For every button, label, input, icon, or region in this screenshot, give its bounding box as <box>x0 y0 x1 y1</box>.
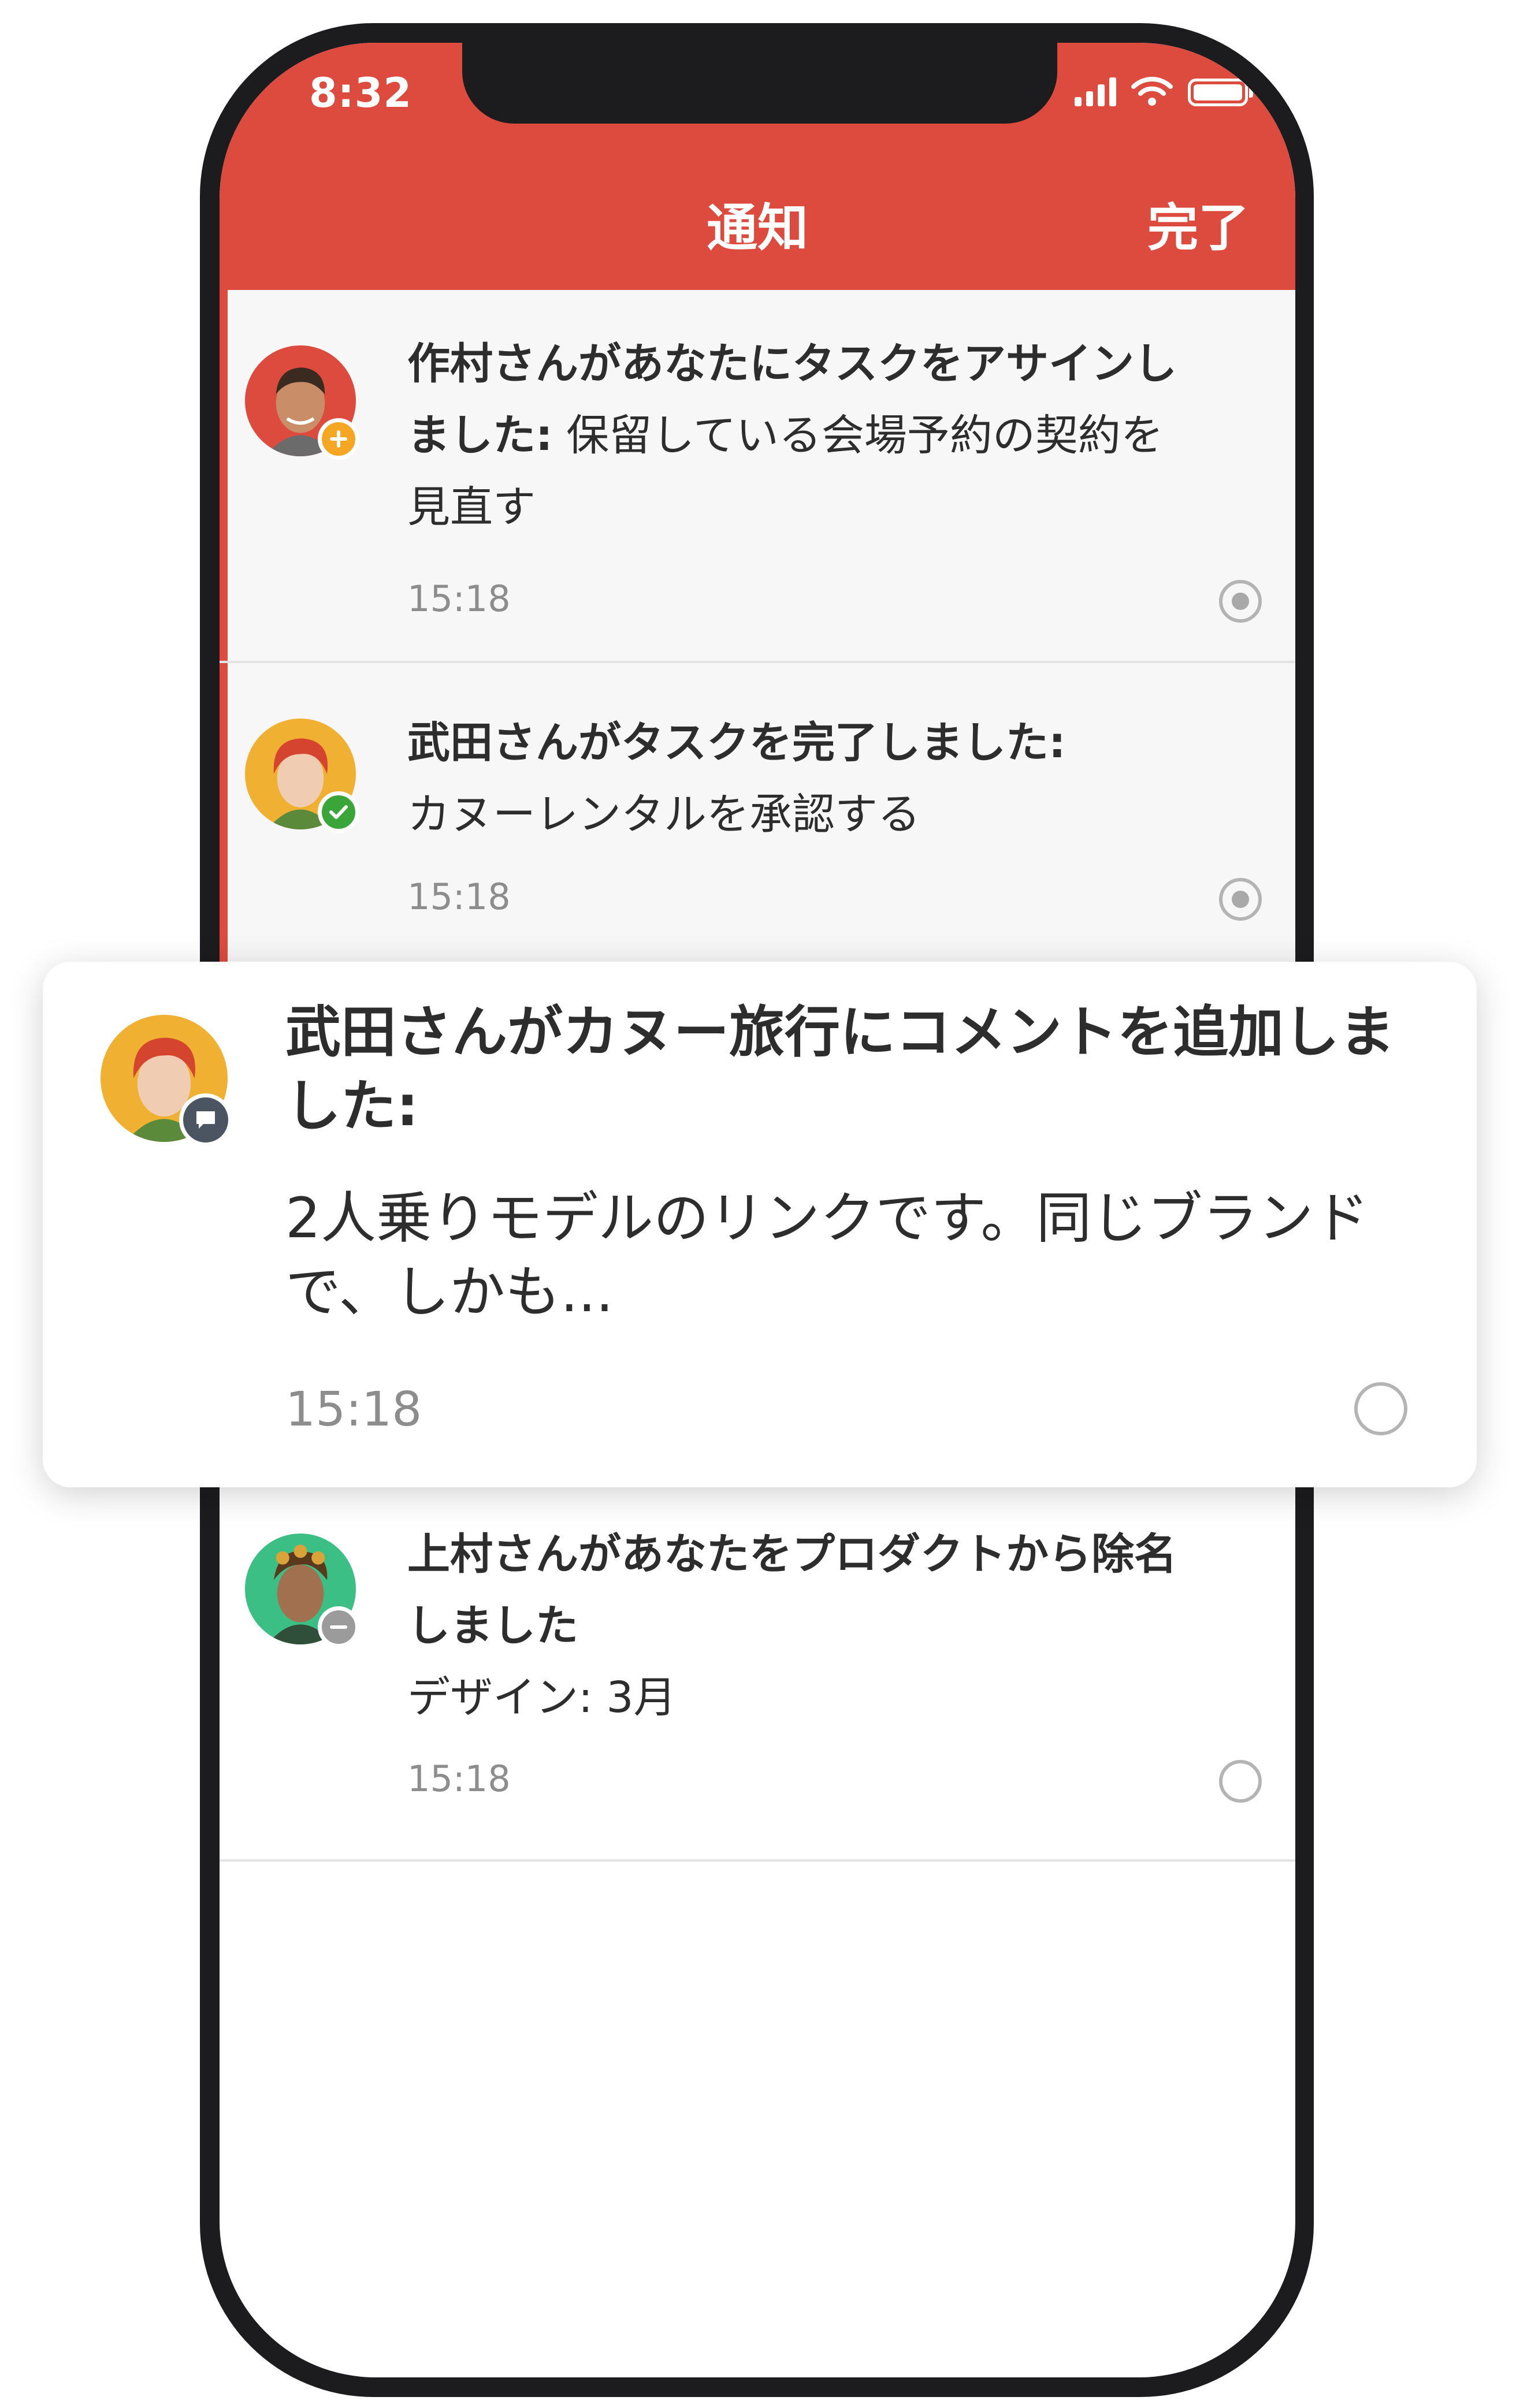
read-toggle[interactable] <box>1219 580 1262 623</box>
popup-body: 2人乗りモデルのリンクです。同じブランドで、しかも... <box>285 1186 1369 1324</box>
minus-icon <box>318 1606 359 1648</box>
status-time: 8:32 <box>309 69 413 117</box>
notification-title: 武田さんがタスクを完了しました: <box>407 718 1066 768</box>
timestamp: 15:18 <box>407 876 511 918</box>
notification-item[interactable]: 武田さんがタスクを完了しました: カヌーレンタルを承認する 15:18 <box>220 663 1295 1010</box>
notification-text: 武田さんがタスクを完了しました: カヌーレンタルを承認する <box>407 707 1205 850</box>
notification-item[interactable]: 作村さんがあなたにタスクをアサインしました: 保留している会場予約の契約を見直す… <box>220 290 1295 663</box>
page-title: 通知 <box>706 198 808 258</box>
avatar <box>245 1534 359 1648</box>
notification-title: 上村さんがあなたをプロダクトから除名しました <box>407 1529 1177 1651</box>
signal-icon <box>1075 76 1116 106</box>
done-button[interactable]: 完了 <box>1147 187 1249 260</box>
notification-item[interactable]: 上村さんがあなたをプロダクトから除名しましたデザイン: 3月 15:18 <box>220 1487 1295 1862</box>
read-toggle[interactable] <box>1219 878 1262 921</box>
avatar <box>101 1015 232 1147</box>
popup-title: 武田さんがカヌー旅行にコメントを追加しました: <box>285 1000 1395 1138</box>
check-icon <box>318 791 359 833</box>
notification-body: カヌーレンタルを承認する <box>407 790 920 839</box>
plus-icon <box>318 418 359 460</box>
avatar <box>245 719 359 833</box>
notifications-header: 8:32 通知 完了 <box>220 43 1295 290</box>
wifi-icon <box>1131 77 1173 106</box>
notification-body: デザイン: 3月 <box>407 1673 677 1722</box>
timestamp: 15:18 <box>285 1382 422 1437</box>
timestamp: 15:18 <box>407 1758 511 1800</box>
avatar <box>245 345 359 460</box>
comment-icon <box>179 1093 232 1147</box>
read-toggle[interactable] <box>1219 1760 1262 1803</box>
notification-text: 作村さんがあなたにタスクをアサインしました: 保留している会場予約の契約を見直す <box>407 328 1205 543</box>
timestamp: 15:18 <box>407 578 511 620</box>
status-icons <box>1075 75 1253 106</box>
popup-text: 武田さんがカヌー旅行にコメントを追加しました: <box>285 995 1429 1143</box>
read-toggle[interactable] <box>1354 1382 1407 1435</box>
battery-icon <box>1188 79 1253 106</box>
notification-text: 上村さんがあなたをプロダクトから除名しましたデザイン: 3月 <box>407 1519 1216 1733</box>
popup-notification-card[interactable]: 武田さんがカヌー旅行にコメントを追加しました: 2人乗りモデルのリンクです。同じ… <box>43 962 1477 1487</box>
phone-notch <box>462 43 1057 124</box>
